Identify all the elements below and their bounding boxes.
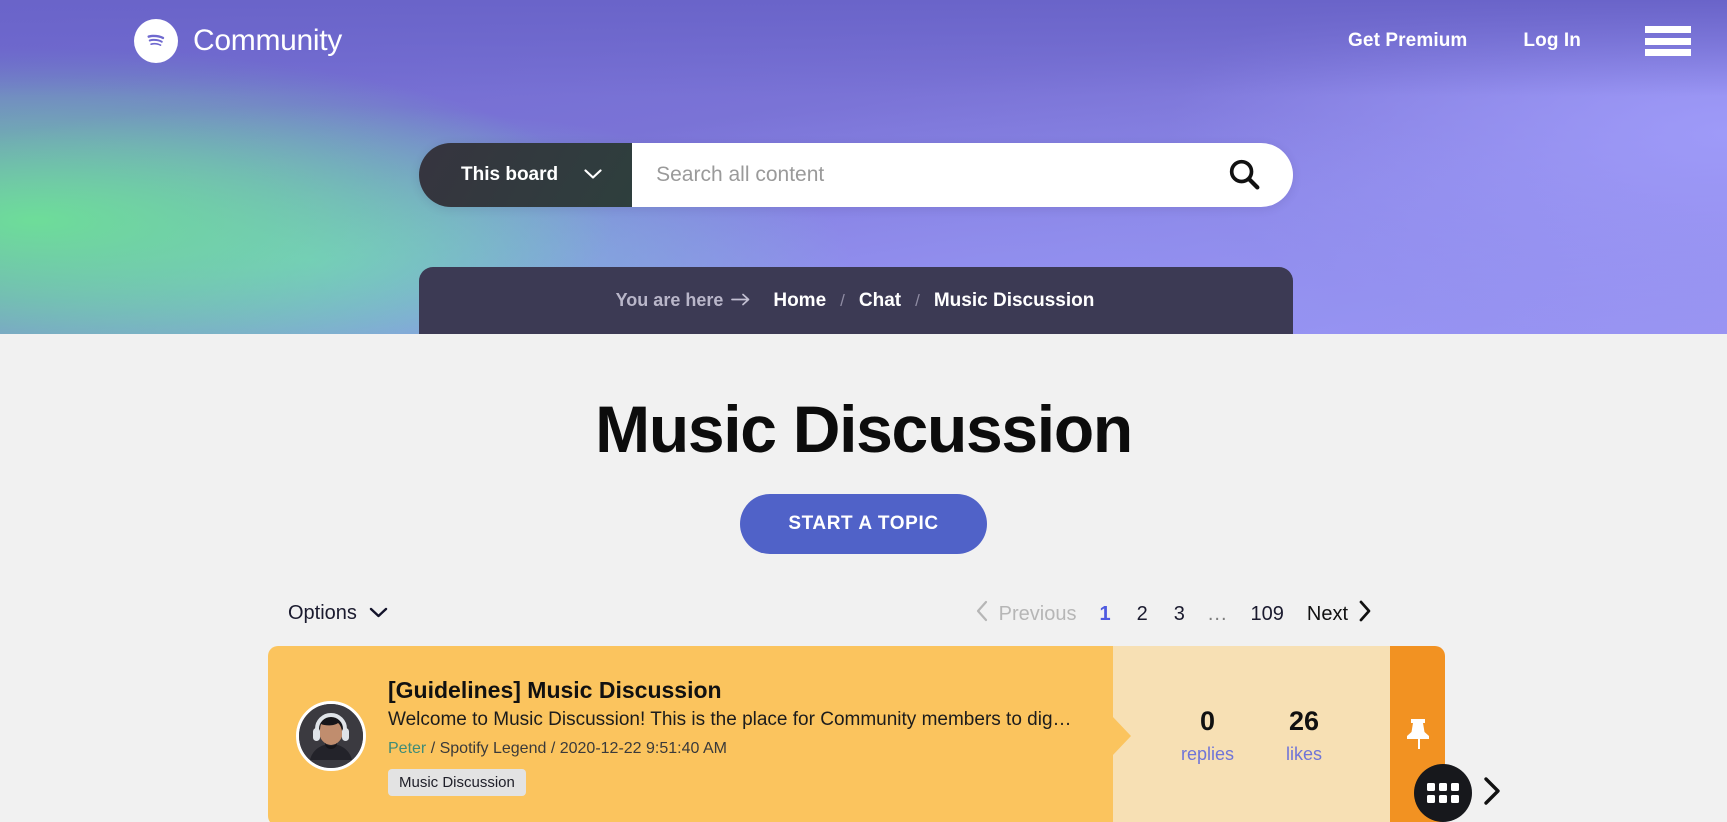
search-bar: This board xyxy=(419,143,1293,207)
pagination-page-1[interactable]: 1 xyxy=(1086,603,1123,626)
likes-stat: 26 likes xyxy=(1286,705,1322,765)
chevron-down-icon xyxy=(584,164,602,186)
breadcrumb-separator: / xyxy=(915,290,920,310)
search-scope-label: This board xyxy=(461,164,559,185)
top-navigation: Community Get Premium Log In xyxy=(0,0,1727,82)
topic-tag[interactable]: Music Discussion xyxy=(388,768,526,796)
replies-stat: 0 replies xyxy=(1181,705,1234,765)
pagination-page-last[interactable]: 109 xyxy=(1238,603,1297,626)
hamburger-menu-icon[interactable] xyxy=(1645,26,1691,56)
chevron-right-icon xyxy=(1358,600,1372,628)
get-premium-link[interactable]: Get Premium xyxy=(1320,30,1495,52)
pagination-page-3[interactable]: 3 xyxy=(1161,603,1198,626)
chevron-down-icon xyxy=(369,602,388,625)
pagination-previous[interactable]: Previous xyxy=(965,600,1087,628)
spotify-logo-icon xyxy=(134,19,178,63)
breadcrumb-item-current[interactable]: Music Discussion xyxy=(932,290,1097,312)
list-toolbar: Options Previous 1 2 3 ... 109 Next xyxy=(0,554,1727,646)
chevron-right-icon[interactable] xyxy=(1482,776,1502,811)
pagination-previous-label: Previous xyxy=(998,602,1077,625)
replies-count: 0 xyxy=(1199,705,1215,736)
table-row[interactable]: [Guidelines] Music Discussion Welcome to… xyxy=(268,646,1445,822)
options-dropdown[interactable]: Options xyxy=(288,602,388,625)
breadcrumb-item-chat[interactable]: Chat xyxy=(857,290,903,312)
options-label: Options xyxy=(288,602,357,624)
search-icon xyxy=(1227,157,1261,194)
breadcrumb-separator: / xyxy=(840,290,845,310)
pushpin-icon xyxy=(1403,717,1433,756)
topic-meta: Peter / Spotify Legend / 2020-12-22 9:51… xyxy=(388,740,1087,758)
start-a-topic-button[interactable]: START A TOPIC xyxy=(740,494,987,554)
search-scope-dropdown[interactable]: This board xyxy=(419,143,633,207)
pagination-ellipsis: ... xyxy=(1207,602,1228,625)
more-actions: More xyxy=(1414,764,1502,822)
replies-label[interactable]: replies xyxy=(1181,744,1234,765)
avatar[interactable] xyxy=(296,701,366,771)
meta-separator: / xyxy=(550,739,556,757)
pagination-next-label: Next xyxy=(1306,602,1348,625)
pagination-next[interactable]: Next xyxy=(1297,600,1382,628)
meta-separator: / xyxy=(430,739,436,757)
brand-name: Community xyxy=(193,24,342,57)
topic-title-link[interactable]: [Guidelines] Music Discussion xyxy=(388,676,1087,705)
nav-actions: Get Premium Log In xyxy=(1320,26,1699,56)
topic-excerpt: Welcome to Music Discussion! This is the… xyxy=(388,709,1072,731)
main-content: Music Discussion START A TOPIC More Opti… xyxy=(0,334,1727,822)
breadcrumb: You are here Home / Chat / Music Discuss… xyxy=(419,267,1293,334)
grid-apps-icon xyxy=(1427,783,1459,803)
pagination: Previous 1 2 3 ... 109 Next xyxy=(965,600,1382,628)
hero-banner: Community Get Premium Log In This board xyxy=(0,0,1727,334)
search-input[interactable] xyxy=(656,163,1215,187)
topic-summary: [Guidelines] Music Discussion Welcome to… xyxy=(268,646,1113,822)
brand-home-link[interactable]: Community xyxy=(134,19,342,63)
log-in-link[interactable]: Log In xyxy=(1495,30,1609,52)
breadcrumb-prefix-text: You are here xyxy=(615,290,724,310)
more-row xyxy=(1414,764,1502,822)
breadcrumb-item-home[interactable]: Home xyxy=(771,290,828,312)
more-button[interactable] xyxy=(1414,764,1472,822)
search-submit-button[interactable] xyxy=(1215,157,1267,194)
chevron-left-icon xyxy=(975,600,989,628)
search-field xyxy=(632,143,1293,207)
likes-label[interactable]: likes xyxy=(1286,744,1322,765)
topic-stats: 0 replies 26 likes xyxy=(1113,646,1390,822)
page-header: Music Discussion START A TOPIC xyxy=(0,334,1727,554)
topic-text: [Guidelines] Music Discussion Welcome to… xyxy=(388,676,1087,796)
topic-timestamp: 2020-12-22 9:51:40 AM xyxy=(559,739,727,757)
topic-author-link[interactable]: Peter xyxy=(388,740,426,757)
page-title: Music Discussion xyxy=(595,392,1133,466)
pagination-page-2[interactable]: 2 xyxy=(1124,603,1161,626)
arrow-right-icon xyxy=(731,290,751,311)
likes-count: 26 xyxy=(1288,705,1320,736)
topic-author-rank: Spotify Legend xyxy=(439,739,547,757)
breadcrumb-prefix: You are here xyxy=(616,290,752,311)
